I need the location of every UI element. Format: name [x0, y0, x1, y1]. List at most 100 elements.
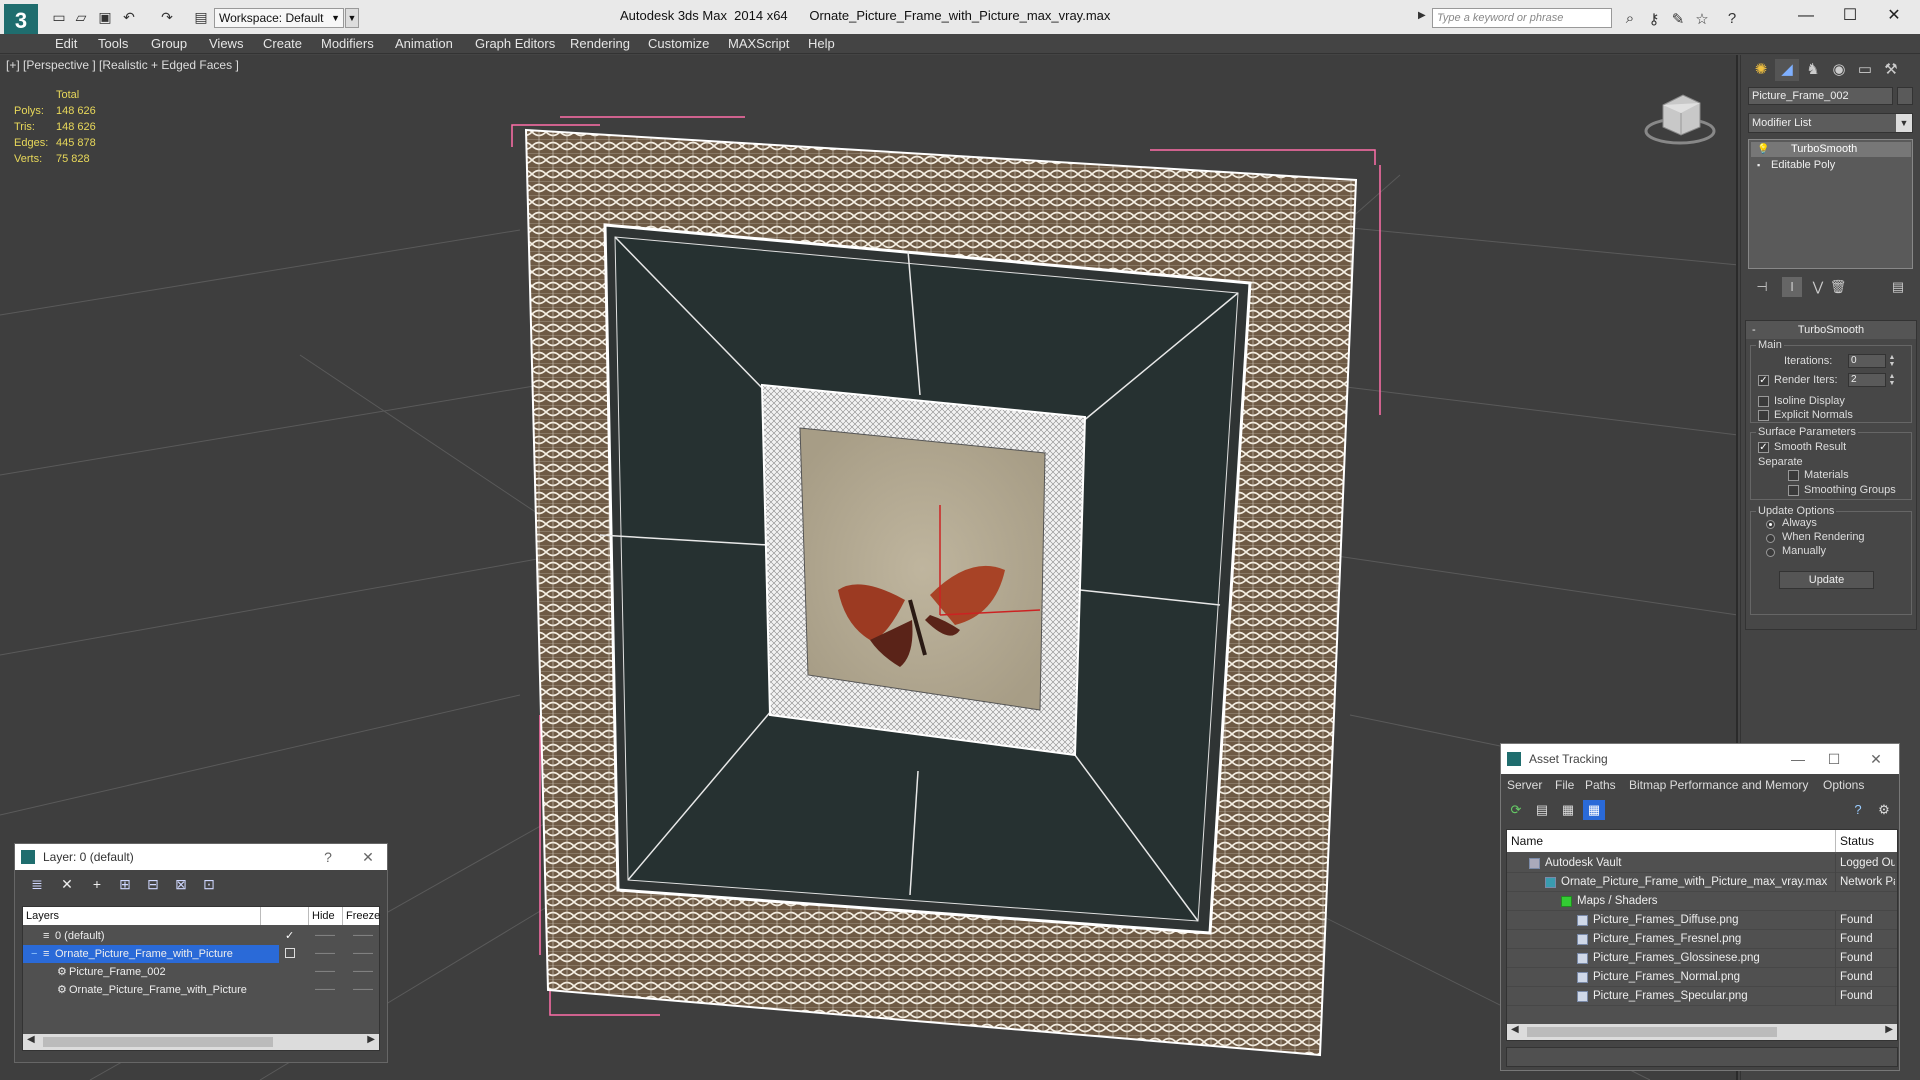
menu-tools[interactable]: Tools	[98, 34, 128, 54]
layer-row-selected[interactable]: − ≡ Ornate_Picture_Frame_with_Picture ——…	[23, 945, 379, 963]
iterations-spinner[interactable]: 0	[1848, 354, 1886, 368]
menu-graph-editors[interactable]: Graph Editors	[475, 34, 555, 54]
modify-tab-icon[interactable]: ◢	[1775, 59, 1799, 81]
menu-animation[interactable]: Animation	[395, 34, 453, 54]
col-name[interactable]: Name	[1507, 830, 1543, 852]
minimize-button[interactable]: —	[1786, 4, 1826, 28]
asset-menu-bitmap-performance[interactable]: Bitmap Performance and Memory	[1629, 774, 1808, 796]
smoothing-groups-checkbox[interactable]	[1788, 485, 1799, 496]
layer-row[interactable]: ⚙ Picture_Frame_002 —— ——	[23, 963, 379, 981]
spinner-arrows-icon[interactable]: ▲ ▼	[1888, 373, 1896, 387]
configure-sets-icon[interactable]: ▤	[1888, 277, 1908, 297]
utilities-tab-icon[interactable]: ⚒	[1879, 59, 1903, 81]
hide-toggle[interactable]: ——	[315, 945, 335, 963]
col-hide[interactable]: Hide	[308, 907, 335, 925]
spinner-arrows-icon[interactable]: ▲ ▼	[1888, 354, 1896, 368]
table-view-icon[interactable]: ▦	[1583, 800, 1605, 820]
settings-icon[interactable]: ⚙	[1873, 800, 1895, 820]
hide-toggle[interactable]: ——	[315, 963, 335, 981]
key-icon[interactable]: ⚷	[1644, 10, 1664, 28]
menu-maxscript[interactable]: MAXScript	[728, 34, 789, 54]
freeze-toggle[interactable]: ——	[353, 945, 373, 963]
star-icon[interactable]: ☆	[1692, 10, 1712, 28]
project-folder-icon[interactable]: ▤	[192, 9, 210, 25]
scroll-left-icon[interactable]: ◀	[27, 1034, 35, 1045]
menu-create[interactable]: Create	[263, 34, 302, 54]
asset-menu-paths[interactable]: Paths	[1585, 774, 1616, 796]
freeze-toggle[interactable]: ——	[353, 927, 373, 945]
help-icon[interactable]: ?	[1722, 10, 1742, 27]
hide-toggle[interactable]: ——	[315, 981, 335, 999]
maximize-icon[interactable]: ☐	[1819, 744, 1849, 774]
highlight-layer-icon[interactable]: ⊟	[141, 874, 165, 894]
horizontal-scrollbar[interactable]: ◀ ▶	[23, 1034, 379, 1050]
set-current-box[interactable]	[285, 948, 295, 958]
asset-row[interactable]: Autodesk Vault Logged Out	[1507, 854, 1897, 873]
add-to-layer-icon[interactable]: +	[85, 874, 109, 894]
list-view-icon[interactable]: ▤	[1531, 800, 1553, 820]
minimize-icon[interactable]: —	[1783, 744, 1813, 774]
asset-menu-file[interactable]: File	[1555, 774, 1574, 796]
menu-rendering[interactable]: Rendering	[570, 34, 630, 54]
asset-menu-server[interactable]: Server	[1507, 774, 1542, 796]
hide-toggle[interactable]: ——	[315, 927, 335, 945]
help-icon[interactable]: ?	[1847, 800, 1869, 820]
close-icon[interactable]: ✕	[353, 844, 383, 870]
horizontal-scrollbar[interactable]: ◀ ▶	[1507, 1024, 1897, 1040]
scrollbar-thumb[interactable]	[1527, 1027, 1777, 1037]
menu-edit[interactable]: Edit	[55, 34, 77, 54]
help-icon[interactable]: ?	[313, 844, 343, 870]
col-freeze[interactable]: Freeze	[342, 907, 380, 925]
undo-icon[interactable]: ↶	[120, 9, 138, 25]
object-color-swatch[interactable]	[1897, 87, 1913, 105]
asset-row[interactable]: Maps / Shaders	[1507, 892, 1897, 911]
expand-icon[interactable]: −	[31, 945, 37, 963]
isoline-display-checkbox[interactable]	[1758, 396, 1769, 407]
menu-modifiers[interactable]: Modifiers	[321, 34, 374, 54]
viewport-label[interactable]: [+] [Perspective ] [Realistic + Edged Fa…	[6, 58, 239, 72]
menu-views[interactable]: Views	[209, 34, 243, 54]
delete-layer-icon[interactable]: ✕	[55, 874, 79, 894]
pin-stack-icon[interactable]: ⊣	[1752, 277, 1772, 297]
binoculars-icon[interactable]: ⌕	[1620, 10, 1640, 27]
freeze-toggle[interactable]: ——	[353, 963, 373, 981]
subscription-icon[interactable]: ✎	[1668, 10, 1688, 28]
close-button[interactable]: ✕	[1874, 4, 1914, 28]
make-unique-icon[interactable]: ⋁	[1808, 277, 1828, 297]
asset-row[interactable]: Ornate_Picture_Frame_with_Picture_max_vr…	[1507, 873, 1897, 892]
open-folder-icon[interactable]: ▱	[72, 9, 90, 25]
new-file-icon[interactable]: ▭	[50, 9, 68, 25]
create-tab-icon[interactable]: ✺	[1749, 59, 1773, 81]
menu-help[interactable]: Help	[808, 34, 835, 54]
asset-path-field[interactable]	[1506, 1047, 1898, 1067]
hide-all-layers-icon[interactable]: ⊠	[169, 874, 193, 894]
rollout-header[interactable]: - TurboSmooth	[1746, 321, 1916, 339]
stack-item-turbosmooth[interactable]: 💡 TurboSmooth	[1751, 142, 1911, 157]
manually-radio[interactable]	[1766, 548, 1775, 557]
thumbnail-view-icon[interactable]: ▦	[1557, 800, 1579, 820]
freeze-toggle[interactable]: ——	[353, 981, 373, 999]
asset-dialog-titlebar[interactable]: Asset Tracking — ☐ ✕	[1501, 744, 1899, 774]
explicit-normals-checkbox[interactable]	[1758, 410, 1769, 421]
search-expand-icon[interactable]: ▶	[1418, 10, 1426, 21]
asset-row[interactable]: Picture_Frames_Diffuse.png Found	[1507, 911, 1897, 930]
maximize-button[interactable]: ☐	[1830, 4, 1870, 28]
app-logo-button[interactable]: 3	[4, 4, 38, 38]
scroll-right-icon[interactable]: ▶	[367, 1034, 375, 1045]
redo-icon[interactable]: ↷	[158, 9, 176, 25]
when-rendering-radio[interactable]	[1766, 534, 1775, 543]
always-radio[interactable]	[1766, 520, 1775, 529]
save-icon[interactable]: ▣	[96, 9, 114, 25]
materials-checkbox[interactable]	[1788, 470, 1799, 481]
scrollbar-thumb[interactable]	[43, 1037, 273, 1047]
freeze-all-layers-icon[interactable]: ⊡	[197, 874, 221, 894]
asset-row[interactable]: Picture_Frames_Normal.png Found	[1507, 968, 1897, 987]
scroll-left-icon[interactable]: ◀	[1511, 1024, 1519, 1035]
layer-dialog-titlebar[interactable]: Layer: 0 (default) ? ✕	[15, 844, 387, 870]
layer-row[interactable]: ⚙ Ornate_Picture_Frame_with_Picture —— —…	[23, 981, 379, 999]
remove-modifier-icon[interactable]: 🗑	[1828, 277, 1848, 297]
lightbulb-icon[interactable]: 💡	[1757, 142, 1769, 157]
object-name-field[interactable]: Picture_Frame_002	[1748, 87, 1893, 105]
render-iters-checkbox[interactable]: ✓	[1758, 375, 1769, 386]
search-input[interactable]: Type a keyword or phrase	[1432, 8, 1612, 28]
